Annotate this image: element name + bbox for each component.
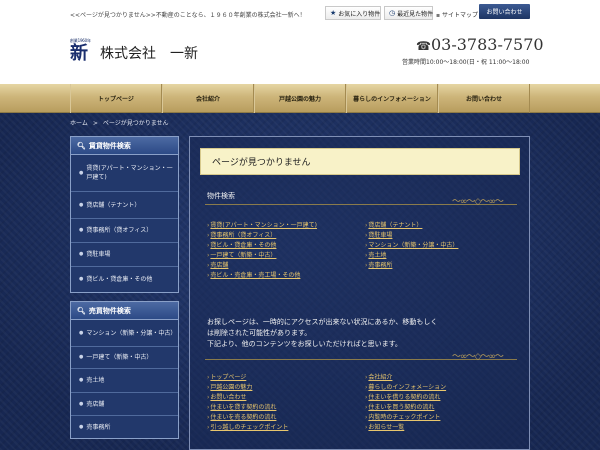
nav-item-company[interactable]: 会社紹介 xyxy=(162,84,254,113)
nav-item-living-info[interactable]: 暮らしのインフォメーション xyxy=(346,84,438,113)
phone-icon: ☎ xyxy=(416,39,431,53)
search-link[interactable]: ›売土地 xyxy=(365,251,458,261)
breadcrumb-separator: > xyxy=(92,120,98,127)
site-header: <<ページが見つかりません>>不動産のことなら、１９６０年創業の株式会社一新へ！… xyxy=(0,0,600,84)
search-link[interactable]: ›貸事務所（貸オフィス） xyxy=(207,231,317,241)
site-link[interactable]: ›暮らしのインフォメーション xyxy=(365,383,446,393)
sidebar: 🔍︎ 賃貸物件検索 ● 賃貸(アパート・マンション・一戸建て) ● 貸店舗（テナント… xyxy=(70,136,179,447)
sidebar-item-sale-mansion[interactable]: ● マンション（新築・分譲・中古） xyxy=(71,320,178,347)
sidebar-item-sale-office[interactable]: ● 売事務所 xyxy=(71,416,178,438)
site-link[interactable]: ›お知らせ一覧 xyxy=(365,423,446,433)
search-link[interactable]: ›賃貸(アパート・マンション・一戸建て) xyxy=(207,221,317,231)
main-area: ホーム > ページが見つかりません 🔍︎ 賃貸物件検索 ● 賃貸(アパート・マンション… xyxy=(0,113,600,450)
sitemap-link[interactable]: ▪ サイトマップ xyxy=(436,10,478,19)
site-link[interactable]: ›お問い合わせ xyxy=(207,393,288,403)
site-link[interactable]: ›住まいを買う契約の流れ xyxy=(365,403,446,413)
sidebar-item-rental-store[interactable]: ● 貸店舗（テナント） xyxy=(71,192,178,219)
site-links-left: ›トップページ ›戸越公園の魅力 ›お問い合わせ ›住まいを貸す契約の流れ ›住… xyxy=(207,373,288,433)
global-nav: トップページ 会社紹介 戸越公園の魅力 暮らしのインフォメーション お問い合わせ xyxy=(0,84,600,113)
site-link[interactable]: ›住まいを貸す契約の流れ xyxy=(207,403,288,413)
search-links-right: ›貸店舗（テナント） ›貸駐車場 ›マンション（新築・分譲・中古） ›売土地 ›… xyxy=(365,221,458,271)
header-contact-button[interactable]: お問い合わせ xyxy=(479,4,530,19)
list-icon: ▪ xyxy=(436,12,441,19)
flourish-ornament: ～∞～◇～∞～ xyxy=(452,197,504,207)
search-link[interactable]: ›売店舗 xyxy=(207,261,317,271)
breadcrumb-home[interactable]: ホーム xyxy=(70,120,88,127)
breadcrumb: ホーム > ページが見つかりません xyxy=(70,118,169,127)
sidebar-item-rental-residential[interactable]: ● 賃貸(アパート・マンション・一戸建て) xyxy=(71,155,178,192)
header-tagline: <<ページが見つかりません>>不動産のことなら、１９６０年創業の株式会社一新へ！ xyxy=(70,12,306,19)
logo[interactable]: 創業1960年 新 xyxy=(70,38,91,64)
magnifier-icon: 🔍︎ xyxy=(77,306,86,315)
business-hours: 営業時間10:00～18:00(日・祝 11:00～18:00 xyxy=(402,59,530,66)
phone-number: ☎03-3783-7570 xyxy=(416,35,544,54)
clock-icon: ◷ xyxy=(389,9,396,17)
search-link[interactable]: ›貸ビル・貸倉庫・その他 xyxy=(207,241,317,251)
flourish-ornament: ～∞～◇～∞～ xyxy=(452,352,504,362)
logo-kanji: 新 xyxy=(70,43,88,64)
sidebar-item-rental-parking[interactable]: ● 貸駐車場 xyxy=(71,243,178,267)
favorites-button[interactable]: ★ お気に入り物件 xyxy=(325,6,381,20)
search-link[interactable]: ›貸店舗（テナント） xyxy=(365,221,458,231)
site-link[interactable]: ›引っ越しのチェックポイント xyxy=(207,423,288,433)
site-link[interactable]: ›住まいを借りる契約の流れ xyxy=(365,393,446,403)
sitemap-label: サイトマップ xyxy=(442,12,479,19)
recent-label: 最近見た物件 xyxy=(397,10,434,18)
sidebar-item-rental-office[interactable]: ● 貸事務所（貸オフィス） xyxy=(71,219,178,243)
company-name: 株式会社 一新 xyxy=(100,46,198,62)
sidebar-item-rental-other[interactable]: ● 貸ビル・貸倉庫・その他 xyxy=(71,267,178,292)
sale-search-header: 🔍︎ 売買物件検索 xyxy=(71,302,178,320)
sidebar-item-sale-house[interactable]: ● 一戸建て（新築・中古） xyxy=(71,347,178,369)
magnifier-icon: 🔍︎ xyxy=(77,141,86,150)
content-panel: ページが見つかりません 物件検索 ～∞～◇～∞～ ›賃貸(アパート・マンション・… xyxy=(189,136,530,450)
site-link[interactable]: ›内覧時のチェックポイント xyxy=(365,413,446,423)
search-links-left: ›賃貸(アパート・マンション・一戸建て) ›貸事務所（貸オフィス） ›貸ビル・貸… xyxy=(207,221,317,281)
site-links-right: ›会社紹介 ›暮らしのインフォメーション ›住まいを借りる契約の流れ ›住まいを… xyxy=(365,373,446,433)
search-link[interactable]: ›売ビル・売倉庫・売工場・その他 xyxy=(207,271,317,281)
site-link[interactable]: ›戸越公園の魅力 xyxy=(207,383,288,393)
sidebar-item-sale-store[interactable]: ● 売店舗 xyxy=(71,393,178,416)
sidebar-item-sale-land[interactable]: ● 売土地 xyxy=(71,369,178,393)
breadcrumb-current: ページが見つかりません xyxy=(102,120,169,127)
site-link[interactable]: ›会社紹介 xyxy=(365,373,446,383)
star-icon: ★ xyxy=(330,9,337,17)
search-link[interactable]: ›売事務所 xyxy=(365,261,458,271)
nav-item-contact[interactable]: お問い合わせ xyxy=(438,84,530,113)
rental-search-box: 🔍︎ 賃貸物件検索 ● 賃貸(アパート・マンション・一戸建て) ● 貸店舗（テナント… xyxy=(70,136,179,293)
site-link[interactable]: ›トップページ xyxy=(207,373,288,383)
search-link[interactable]: ›一戸建て（新築・中古） xyxy=(207,251,317,261)
search-link[interactable]: ›マンション（新築・分譲・中古） xyxy=(365,241,458,251)
page-title: ページが見つかりません xyxy=(200,148,520,175)
site-link[interactable]: ›住まいを売る契約の流れ xyxy=(207,413,288,423)
search-link[interactable]: ›貸駐車場 xyxy=(365,231,458,241)
not-found-message: お探しページは、一時的にアクセスが出来ない状況にあるか、移動もしく は削除された… xyxy=(207,318,438,348)
nav-item-togoshi-park[interactable]: 戸越公園の魅力 xyxy=(254,84,346,113)
search-section-title: 物件検索 xyxy=(207,192,235,200)
favorites-label: お気に入り物件 xyxy=(338,10,381,18)
recent-button[interactable]: ◷ 最近見た物件 xyxy=(384,6,433,20)
nav-item-top[interactable]: トップページ xyxy=(70,84,162,113)
rental-search-header: 🔍︎ 賃貸物件検索 xyxy=(71,137,178,155)
sale-search-box: 🔍︎ 売買物件検索 ● マンション（新築・分譲・中古） ● 一戸建て（新築・中古） … xyxy=(70,301,179,439)
